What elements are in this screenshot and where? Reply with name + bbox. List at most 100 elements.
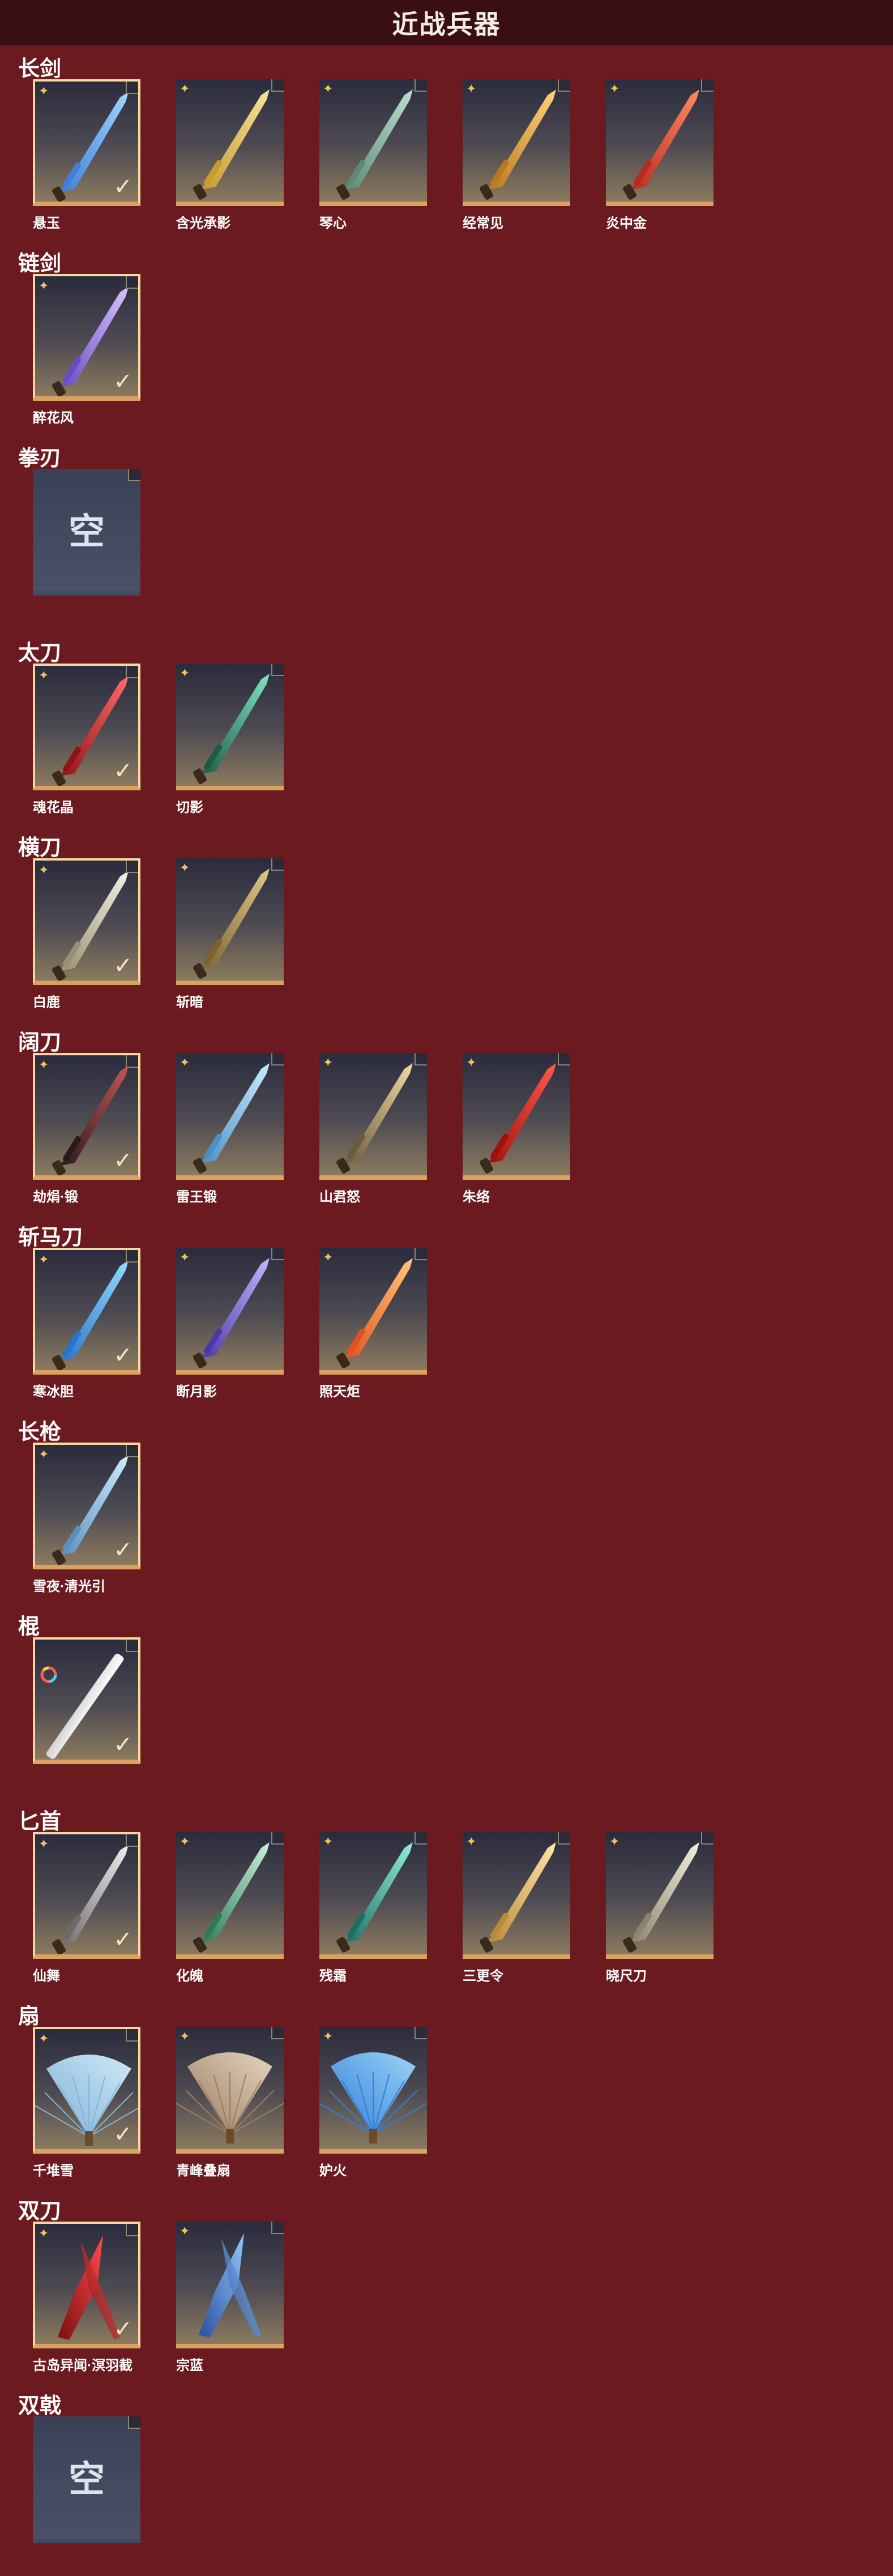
flame-glaive-icon — [336, 1258, 413, 1368]
sparkle-icon: ✦ — [180, 82, 190, 96]
weapon-name: 青峰叠扇 — [176, 2163, 230, 2179]
weapon-name: 琴心 — [319, 216, 347, 231]
weapon-name: 化魄 — [176, 1969, 203, 1984]
weapon-card[interactable]: ✦ ✓ 劫焆·锻 — [33, 1053, 140, 1205]
corner-tab-icon — [126, 1055, 138, 1068]
sparkle-icon: ✦ — [180, 1055, 190, 1069]
weapon-thumbnail: ✦ ✓ — [33, 2027, 140, 2154]
weapon-card[interactable]: ✦ 残霜 — [319, 1832, 427, 1984]
weapon-card[interactable]: ✦ ✓ 古岛异闻·溟羽截 — [33, 2222, 140, 2373]
sparkle-icon: ✦ — [39, 668, 49, 682]
pale-dagger-icon — [623, 1842, 699, 1953]
sparkle-icon: ✦ — [466, 1834, 477, 1848]
corner-tab-icon — [128, 469, 140, 481]
sparkle-icon: ✦ — [180, 666, 190, 680]
weapon-card[interactable]: ✦ 断月影 — [176, 1248, 284, 1400]
sparkle-icon: ✦ — [323, 1834, 334, 1848]
check-icon: ✓ — [113, 1538, 133, 1563]
weapon-thumbnail: ✦ ✓ — [33, 274, 140, 401]
sparkle-icon: ✦ — [466, 82, 477, 96]
section-title: 链剑 — [18, 252, 62, 276]
weapon-card[interactable]: ✦ ✓ 雪夜·清光引 — [33, 1443, 140, 1594]
red-sword-icon — [623, 89, 699, 200]
weapon-card[interactable]: ✦ 照天炬 — [319, 1248, 427, 1400]
corner-tab-icon — [558, 79, 570, 92]
weapon-card[interactable]: ✦ 妒火 — [319, 2027, 427, 2179]
check-icon: ✓ — [113, 369, 133, 394]
weapon-card[interactable]: ✦ 炎中金 — [606, 79, 713, 231]
weapon-card[interactable]: ✦ ✓ 魂花晶 — [33, 664, 140, 815]
weapon-name: 炎中金 — [606, 216, 647, 231]
weapon-name: 悬玉 — [33, 216, 60, 231]
weapon-card[interactable]: ✦ ✓ 醉花风 — [33, 274, 140, 426]
weapon-card[interactable]: ✦ 青峰叠扇 — [176, 2027, 284, 2179]
section-title: 扇 — [18, 2005, 40, 2029]
empty-slot[interactable]: 空 — [33, 2416, 140, 2543]
weapon-card[interactable]: ✦ 山君怒 — [319, 1053, 427, 1205]
violet-glaive-icon — [193, 1258, 270, 1368]
weapon-thumbnail: ✦ — [463, 1832, 570, 1959]
weapon-card[interactable]: ✦ 晓尺刀 — [606, 1832, 713, 1984]
check-icon: ✓ — [113, 1148, 133, 1173]
weapon-card[interactable]: ✦ 斩暗 — [176, 858, 284, 1010]
blue-twin-blades-icon — [199, 2233, 261, 2338]
weapon-card[interactable]: ✦ ✓ 悬玉 — [33, 79, 140, 231]
weapon-name: 山君怒 — [319, 1189, 360, 1205]
weapon-name: 经常见 — [463, 216, 503, 231]
section-title: 阔刀 — [18, 1031, 62, 1055]
weapon-thumbnail: ✦ — [319, 1053, 427, 1180]
corner-tab-icon — [126, 276, 138, 289]
paper-fan-icon — [176, 2052, 284, 2143]
weapon-thumbnail: ✦ — [176, 2027, 284, 2154]
weapon-card[interactable]: ✦ 切影 — [176, 664, 284, 815]
weapon-name: 雪夜·清光引 — [33, 1579, 105, 1594]
sparkle-icon: ✦ — [180, 2224, 190, 2238]
weapon-card[interactable]: ✓ — [33, 1637, 140, 1764]
sparkle-icon: ✦ — [609, 82, 620, 96]
weapon-card[interactable]: ✦ 雷王锻 — [176, 1053, 284, 1205]
weapon-name: 寒冰胆 — [33, 1384, 74, 1400]
weapon-thumbnail: ✦ ✓ — [33, 1248, 140, 1375]
weapon-card[interactable]: ✦ 三更令 — [463, 1832, 570, 1984]
weapon-thumbnail: ✦ — [463, 1053, 570, 1180]
empty-thumbnail: 空 — [33, 469, 140, 596]
check-icon: ✓ — [113, 953, 133, 978]
sparkle-icon: ✦ — [609, 1834, 620, 1848]
weapon-thumbnail: ✦ ✓ — [33, 1443, 140, 1569]
corner-tab-icon — [271, 2222, 284, 2234]
sparkle-icon: ✦ — [39, 1252, 49, 1266]
corner-tab-icon — [126, 2029, 138, 2042]
weapon-name: 千堆雪 — [33, 2163, 74, 2179]
corner-tab-icon — [126, 1834, 138, 1847]
weapon-card[interactable]: ✦ 含光承影 — [176, 79, 284, 231]
sparkle-icon: ✦ — [323, 1250, 334, 1264]
weapon-card[interactable]: ✦ ✓ 寒冰胆 — [33, 1248, 140, 1400]
check-icon: ✓ — [113, 1343, 133, 1368]
section-title: 棍 — [18, 1615, 40, 1639]
empty-slot[interactable]: 空 — [33, 469, 140, 596]
section-title: 双刀 — [18, 2200, 62, 2223]
jade-sword-icon — [336, 89, 413, 200]
weapon-card[interactable]: ✦ 化魄 — [176, 1832, 284, 1984]
weapon-name: 古岛异闻·溟羽截 — [33, 2358, 133, 2373]
golden-sword-icon — [193, 89, 270, 200]
weapon-name: 切影 — [176, 800, 203, 815]
weapon-thumbnail: ✦ ✓ — [33, 858, 140, 985]
weapon-card[interactable]: ✦ ✓ 千堆雪 — [33, 2027, 140, 2179]
weapon-name: 劫焆·锻 — [33, 1189, 78, 1205]
tiger-broadblade-icon — [336, 1063, 413, 1174]
weapon-thumbnail: ✦ — [463, 79, 570, 206]
weapon-card[interactable]: ✦ 琴心 — [319, 79, 427, 231]
weapon-card[interactable]: ✦ 宗蓝 — [176, 2222, 284, 2373]
weapon-thumbnail: ✦ ✓ — [33, 1832, 140, 1959]
corner-tab-icon — [415, 1832, 427, 1845]
corner-tab-icon — [126, 2224, 138, 2236]
corner-tab-icon — [271, 858, 284, 871]
weapon-thumbnail: ✦ ✓ — [33, 1053, 140, 1180]
sparkle-icon: ✦ — [180, 2029, 190, 2043]
weapon-card[interactable]: ✦ 经常见 — [463, 79, 570, 231]
weapon-card[interactable]: ✦ ✓ 仙舞 — [33, 1832, 140, 1984]
weapon-card[interactable]: ✦ ✓ 白鹿 — [33, 858, 140, 1010]
corner-tab-icon — [558, 1053, 570, 1066]
weapon-card[interactable]: ✦ 朱络 — [463, 1053, 570, 1205]
